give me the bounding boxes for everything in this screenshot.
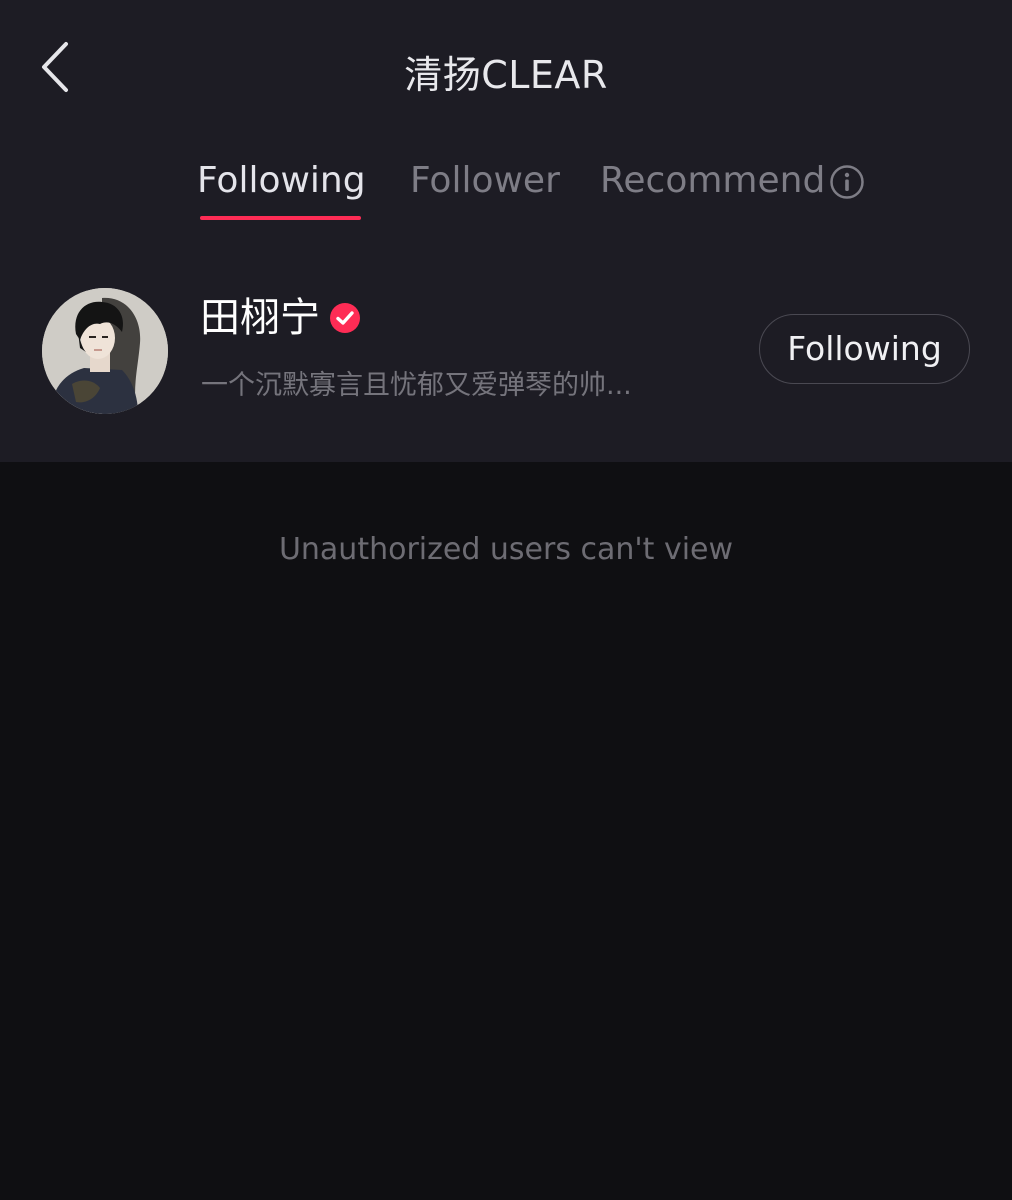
tab-following[interactable]: Following — [197, 156, 366, 206]
avatar[interactable] — [42, 288, 168, 414]
page-title: 清扬CLEAR — [404, 53, 608, 97]
user-name[interactable]: 田栩宁 — [200, 292, 320, 344]
info-icon[interactable] — [829, 164, 865, 200]
tab-recommend[interactable]: Recommend — [600, 156, 825, 206]
following-button[interactable]: Following — [759, 314, 970, 384]
unauthorized-notice: Unauthorized users can't view — [278, 532, 734, 567]
verified-badge-icon — [329, 302, 361, 334]
header-panel: 清扬CLEAR Following Follower Recommend 田栩宁… — [0, 0, 1012, 462]
tab-follower[interactable]: Follower — [410, 156, 560, 206]
active-tab-indicator — [200, 216, 361, 220]
user-list-item[interactable]: 田栩宁 一个沉默寡言且忧郁又爱弹琴的帅... Following — [0, 280, 1012, 430]
user-bio: 一个沉默寡言且忧郁又爱弹琴的帅... — [201, 370, 632, 401]
